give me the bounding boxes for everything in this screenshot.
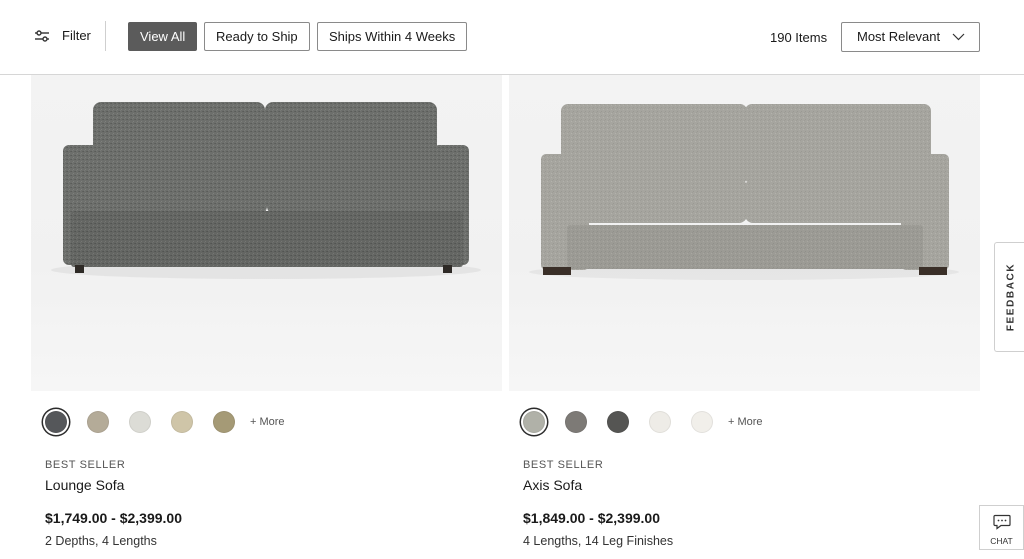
item-count: 190 Items <box>770 30 828 45</box>
product-image[interactable] <box>509 75 980 391</box>
product-name[interactable]: Axis Sofa <box>523 477 582 493</box>
chat-button[interactable]: CHAT <box>979 505 1024 550</box>
color-swatches: + More <box>523 411 763 433</box>
best-seller-badge: BEST SELLER <box>523 459 604 471</box>
product-card-lounge-sofa: + More BEST SELLER Lounge Sofa $1,749.00… <box>31 75 502 548</box>
chat-label: CHAT <box>990 536 1013 546</box>
filter-button[interactable]: Filter <box>34 28 91 43</box>
swatch[interactable] <box>523 411 545 433</box>
product-image[interactable] <box>31 75 502 391</box>
filter-toolbar: Filter View All Ready to Ship Ships With… <box>0 0 1024 75</box>
product-card-axis-sofa: + More BEST SELLER Axis Sofa $1,849.00 -… <box>509 75 980 548</box>
swatch[interactable] <box>171 411 193 433</box>
filter-label: Filter <box>62 28 91 43</box>
sort-dropdown[interactable]: Most Relevant <box>841 22 980 52</box>
more-swatches-link[interactable]: + More <box>728 416 763 428</box>
sort-label: Most Relevant <box>857 29 941 44</box>
swatch[interactable] <box>649 411 671 433</box>
sliders-icon <box>35 29 49 42</box>
product-options: 4 Lengths, 14 Leg Finishes <box>523 534 674 548</box>
ready-to-ship-button[interactable]: Ready to Ship <box>204 22 310 51</box>
product-name[interactable]: Lounge Sofa <box>45 477 124 493</box>
best-seller-badge: BEST SELLER <box>45 459 126 471</box>
product-price: $1,849.00 - $2,399.00 <box>523 510 661 526</box>
more-swatches-link[interactable]: + More <box>250 416 285 428</box>
swatch[interactable] <box>45 411 67 433</box>
toolbar-divider <box>105 21 106 51</box>
swatch[interactable] <box>87 411 109 433</box>
swatch[interactable] <box>607 411 629 433</box>
chevron-down-icon <box>952 33 965 41</box>
color-swatches: + More <box>45 411 285 433</box>
feedback-label: FEEDBACK <box>1005 262 1016 332</box>
product-options: 2 Depths, 4 Lengths <box>45 534 157 548</box>
swatch[interactable] <box>565 411 587 433</box>
product-price: $1,749.00 - $2,399.00 <box>45 510 183 526</box>
lounge-sofa-image <box>51 102 481 279</box>
chat-bubble-icon <box>992 514 1011 530</box>
swatch[interactable] <box>691 411 713 433</box>
axis-sofa-image <box>529 104 959 280</box>
swatch[interactable] <box>213 411 235 433</box>
swatch[interactable] <box>129 411 151 433</box>
feedback-tab[interactable]: FEEDBACK <box>994 242 1024 352</box>
view-all-button[interactable]: View All <box>128 22 198 51</box>
ships-within-4-weeks-button[interactable]: Ships Within 4 Weeks <box>317 22 468 51</box>
